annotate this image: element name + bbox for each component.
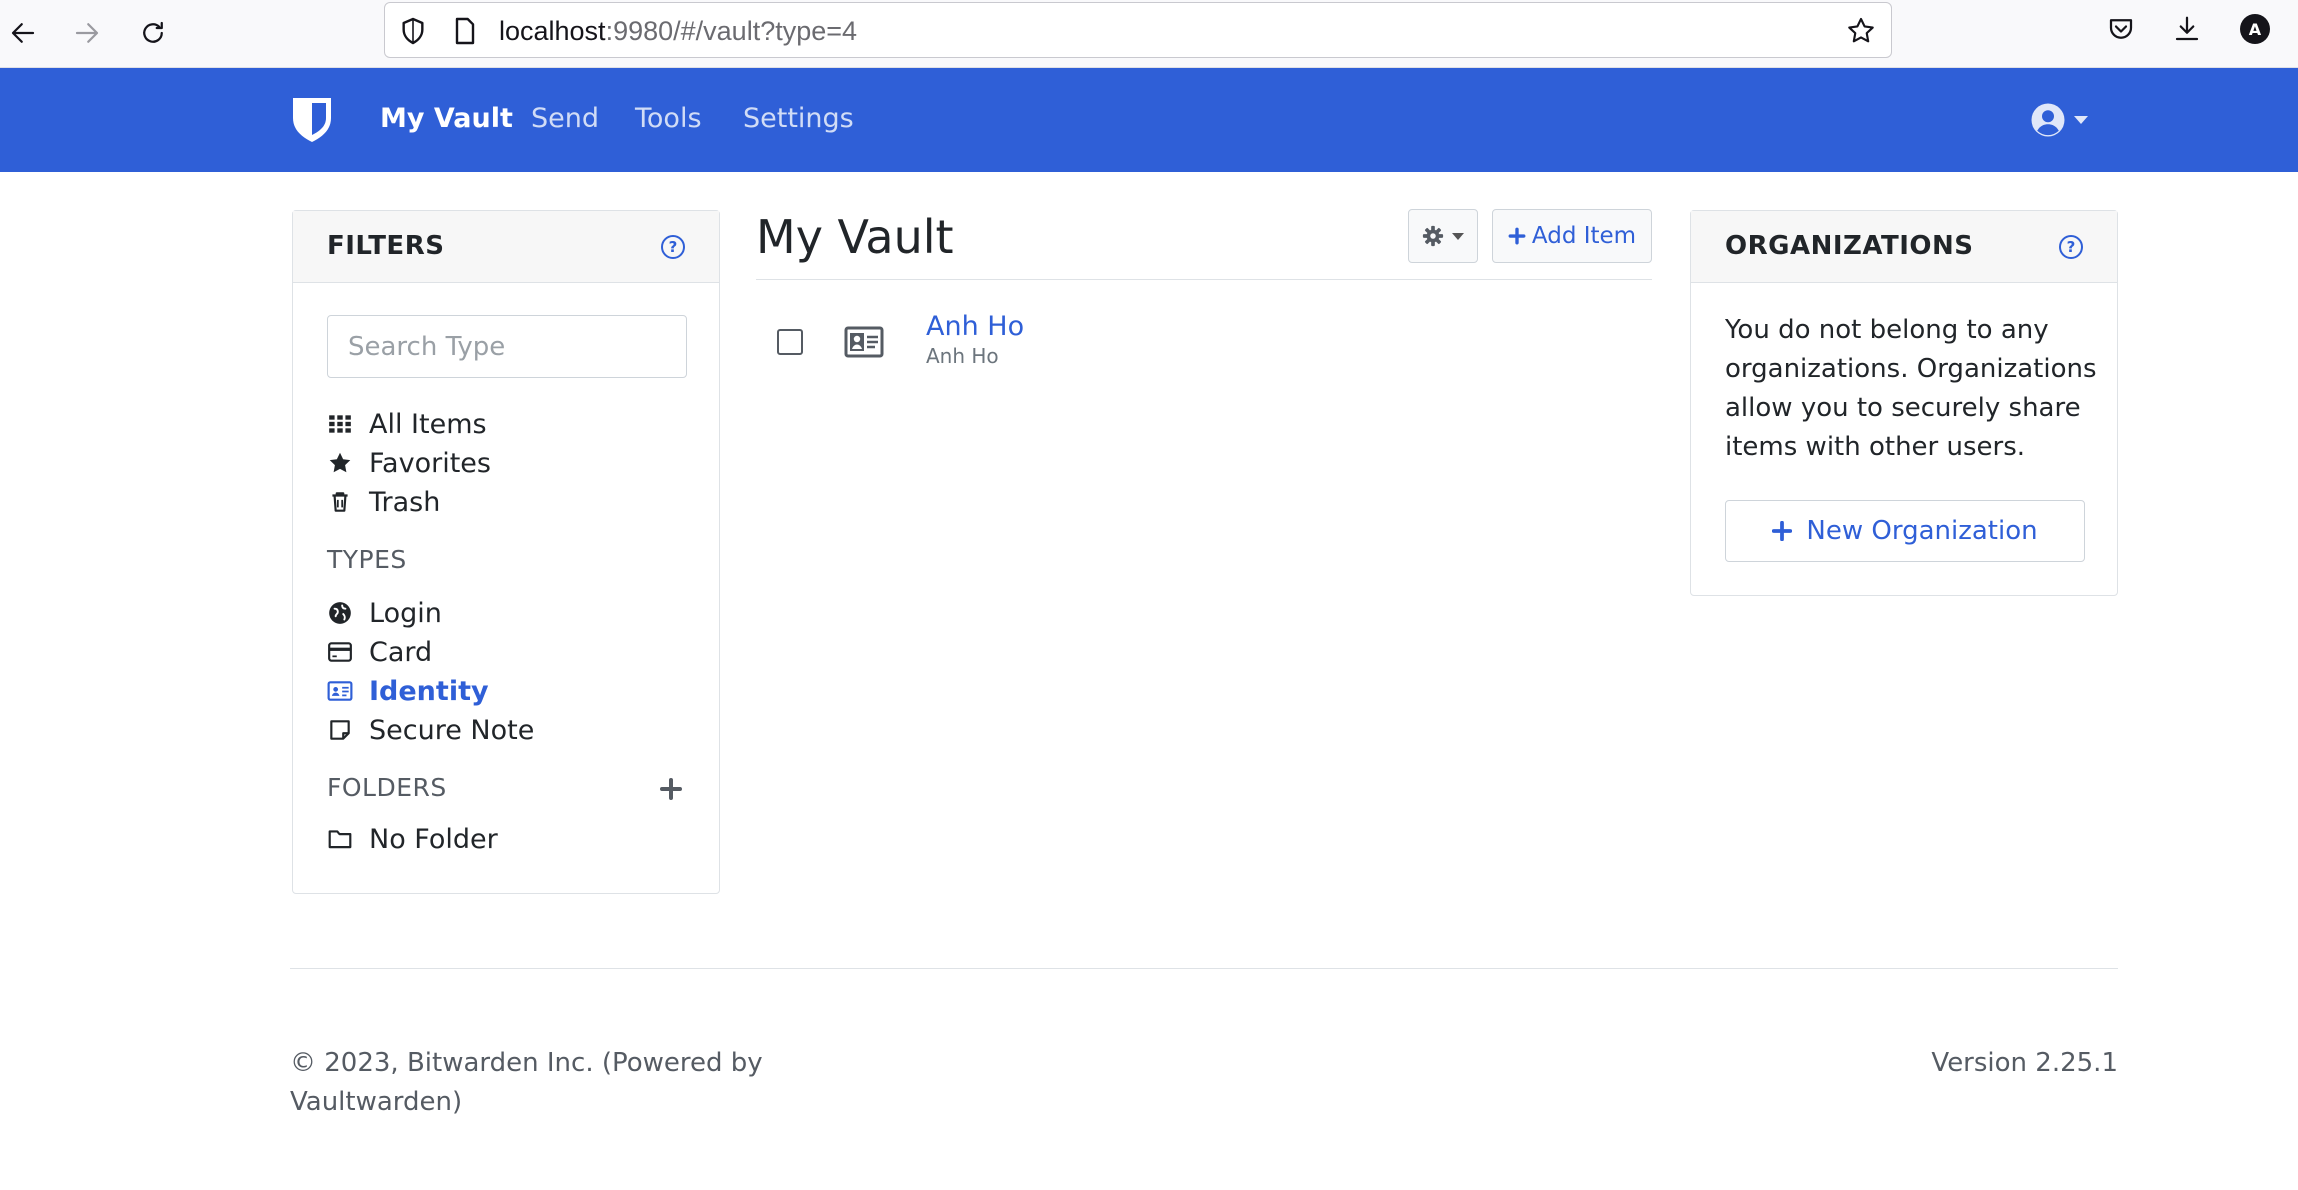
organizations-panel: ORGANIZATIONS ? You do not belong to any… bbox=[1690, 210, 2118, 596]
plus-icon bbox=[1772, 521, 1793, 541]
footer-copyright: © 2023, Bitwarden Inc. (Powered by Vault… bbox=[290, 1048, 763, 1117]
type-secure-note[interactable]: Secure Note bbox=[327, 713, 534, 747]
type-label: Login bbox=[369, 597, 442, 629]
bitwarden-shield-logo-icon[interactable] bbox=[290, 96, 334, 144]
footer-divider bbox=[290, 968, 2118, 969]
shield-icon[interactable] bbox=[397, 15, 429, 47]
downloads-button[interactable] bbox=[2170, 12, 2204, 46]
page-icon[interactable] bbox=[449, 15, 481, 47]
organizations-title: ORGANIZATIONS bbox=[1725, 231, 1974, 261]
url-text[interactable]: localhost:9980/#/vault?type=4 bbox=[499, 15, 857, 47]
filter-trash[interactable]: Trash bbox=[327, 485, 440, 519]
nav-send[interactable]: Send bbox=[531, 102, 599, 136]
type-label: Identity bbox=[369, 675, 489, 707]
user-menu-button[interactable] bbox=[2030, 100, 2100, 140]
help-icon[interactable]: ? bbox=[2059, 235, 2083, 259]
grid-icon bbox=[327, 411, 353, 437]
add-item-button[interactable]: Add Item bbox=[1492, 209, 1652, 263]
arrow-right-icon bbox=[75, 23, 99, 43]
browser-toolbar: localhost:9980/#/vault?type=4 A bbox=[0, 0, 2298, 68]
folder-no-folder[interactable]: No Folder bbox=[327, 822, 498, 856]
caret-down-icon bbox=[2074, 116, 2088, 124]
caret-down-icon bbox=[1452, 232, 1464, 240]
app-navbar: My Vault Send Tools Settings bbox=[0, 68, 2298, 172]
pocket-icon bbox=[2109, 19, 2133, 39]
filter-label: Trash bbox=[369, 486, 441, 518]
organizations-header: ORGANIZATIONS ? bbox=[1691, 211, 2117, 283]
type-identity[interactable]: Identity bbox=[327, 674, 489, 708]
item-select-checkbox[interactable] bbox=[777, 329, 803, 355]
nav-my-vault[interactable]: My Vault bbox=[380, 102, 513, 136]
filters-header: FILTERS ? bbox=[293, 211, 719, 283]
gear-icon bbox=[1422, 225, 1444, 247]
folder-label: No Folder bbox=[369, 823, 498, 855]
arrow-left-icon bbox=[11, 23, 35, 43]
filter-all-items[interactable]: All Items bbox=[327, 407, 487, 441]
note-icon bbox=[327, 717, 353, 743]
organizations-description: You do not belong to any organizations. … bbox=[1725, 315, 2097, 462]
trash-icon bbox=[327, 489, 353, 515]
search-type-input[interactable] bbox=[327, 315, 687, 378]
id-card-icon bbox=[844, 326, 884, 358]
filters-panel: FILTERS ? All Items Favorites Trash TYPE… bbox=[292, 210, 720, 894]
help-icon[interactable]: ? bbox=[661, 235, 685, 259]
item-name-link[interactable]: Anh Ho bbox=[926, 311, 1024, 342]
forward-button[interactable] bbox=[64, 10, 110, 56]
vault-options-button[interactable] bbox=[1408, 209, 1478, 263]
pocket-button[interactable] bbox=[2104, 12, 2138, 46]
plus-icon bbox=[1508, 227, 1526, 245]
type-label: Secure Note bbox=[369, 714, 535, 746]
title-divider bbox=[756, 279, 1652, 280]
filter-favorites[interactable]: Favorites bbox=[327, 446, 491, 480]
url-host: localhost bbox=[499, 16, 606, 46]
footer-version: Version 2.25.1 bbox=[1931, 1048, 2118, 1078]
type-card[interactable]: Card bbox=[327, 635, 432, 669]
id-card-icon bbox=[327, 678, 353, 704]
user-circle-icon bbox=[2031, 103, 2065, 137]
new-organization-button[interactable]: New Organization bbox=[1725, 500, 2085, 562]
type-login[interactable]: Login bbox=[327, 596, 442, 630]
download-icon bbox=[2175, 16, 2199, 41]
back-button[interactable] bbox=[0, 10, 46, 56]
item-subtitle: Anh Ho bbox=[926, 344, 999, 368]
url-path: :9980/#/vault?type=4 bbox=[605, 16, 858, 46]
credit-card-icon bbox=[327, 639, 353, 665]
add-item-label: Add Item bbox=[1531, 223, 1637, 249]
folders-label: FOLDERS bbox=[327, 773, 447, 802]
filters-title: FILTERS bbox=[327, 231, 445, 261]
filter-label: Favorites bbox=[369, 447, 491, 479]
add-folder-plus-icon[interactable] bbox=[659, 777, 683, 801]
reload-icon bbox=[143, 21, 163, 43]
new-organization-label: New Organization bbox=[1806, 516, 2038, 546]
type-label: Card bbox=[369, 636, 433, 668]
filter-label: All Items bbox=[369, 408, 487, 440]
types-label: TYPES bbox=[327, 545, 407, 574]
folder-icon bbox=[327, 826, 353, 852]
nav-tools[interactable]: Tools bbox=[635, 102, 702, 136]
globe-icon bbox=[327, 600, 353, 626]
reload-button[interactable] bbox=[130, 10, 176, 56]
bookmark-star-icon[interactable] bbox=[1845, 15, 1877, 47]
star-icon bbox=[327, 450, 353, 476]
account-avatar: A bbox=[2240, 14, 2270, 44]
address-bar[interactable]: localhost:9980/#/vault?type=4 bbox=[384, 2, 1892, 58]
nav-settings[interactable]: Settings bbox=[743, 102, 854, 136]
account-button[interactable]: A bbox=[2238, 12, 2272, 46]
page-title: My Vault bbox=[756, 210, 954, 264]
